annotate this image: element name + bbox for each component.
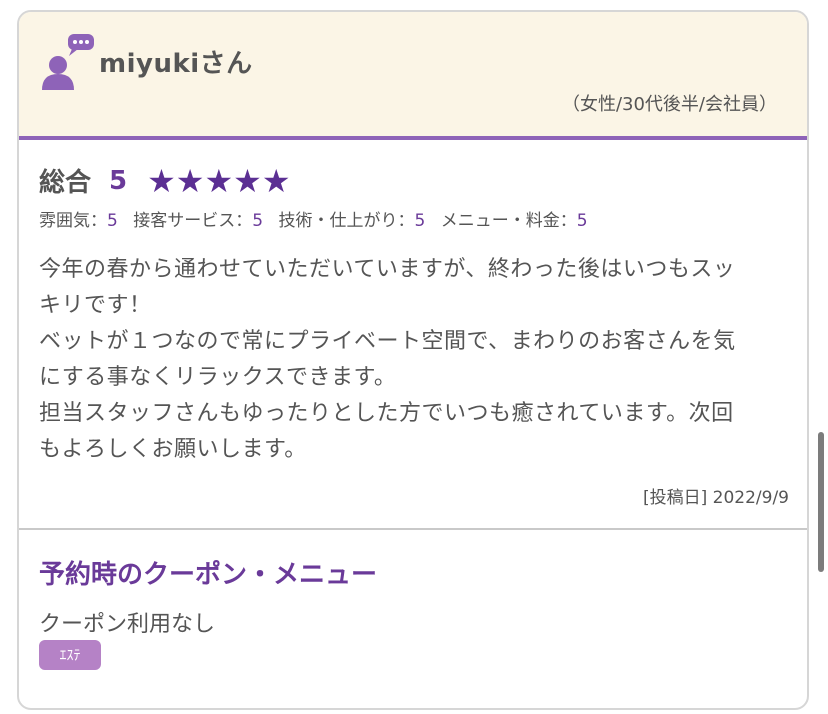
review-line: にする事なくリラックスできます。	[39, 365, 397, 390]
reviewer-header: miyukiさん （女性/30代後半/会社員）	[19, 12, 807, 140]
star-rating-icon: ★★★★★	[147, 161, 291, 200]
review-line: もよろしくお願いします。	[39, 437, 307, 462]
overall-rating: 総合 5 ★★★★★	[39, 162, 291, 199]
review-line: キリです！	[39, 293, 152, 318]
overall-score: 5	[109, 165, 128, 196]
reviewer-name: miyukiさん	[99, 49, 253, 79]
sub-rating-value: 5	[414, 211, 426, 231]
review-text: 今年の春から通わせていただいていますが、終わった後はいつもスッ キリです！ ベッ…	[39, 252, 799, 468]
coupon-title: 予約時のクーポン・メニュー	[39, 560, 378, 590]
sub-rating-value: 5	[576, 211, 588, 231]
overall-label: 総合	[39, 168, 92, 198]
sub-rating-label: メニュー・料金：	[440, 211, 577, 231]
coupon-section: 予約時のクーポン・メニュー クーポン利用なし ｴｽﾃ	[19, 530, 807, 708]
sub-rating-value: 5	[252, 211, 264, 231]
review-line: ベットが１つなので常にプライベート空間で、まわりのお客さんを気	[39, 329, 736, 354]
sub-rating-value: 5	[107, 211, 118, 231]
coupon-text: クーポン利用なし	[39, 612, 216, 637]
review-line: 今年の春から通わせていただいていますが、終わった後はいつもスッ	[39, 257, 736, 282]
reviewer-profile: （女性/30代後半/会社員）	[561, 94, 777, 115]
user-comment-icon	[42, 34, 94, 90]
posted-date: [投稿日] 2022/9/9	[642, 488, 789, 508]
review-line: 担当スタッフさんもゆったりとした方でいつも癒されています。次回	[39, 401, 734, 426]
category-tag[interactable]: ｴｽﾃ	[39, 640, 101, 670]
sub-rating-label: 接客サービス：	[133, 211, 253, 231]
sub-ratings: 雰囲気：5 接客サービス：5 技術・仕上がり：5 メニュー・料金：5	[39, 206, 598, 231]
sub-rating-label: 技術・仕上がり：	[278, 211, 415, 231]
review-body: 総合 5 ★★★★★ 雰囲気：5 接客サービス：5 技術・仕上がり：5 メニュー…	[19, 140, 807, 530]
scrollbar[interactable]	[818, 432, 824, 572]
review-card: miyukiさん （女性/30代後半/会社員） 総合 5 ★★★★★ 雰囲気：5…	[17, 10, 809, 710]
sub-rating-label: 雰囲気：	[39, 211, 107, 231]
